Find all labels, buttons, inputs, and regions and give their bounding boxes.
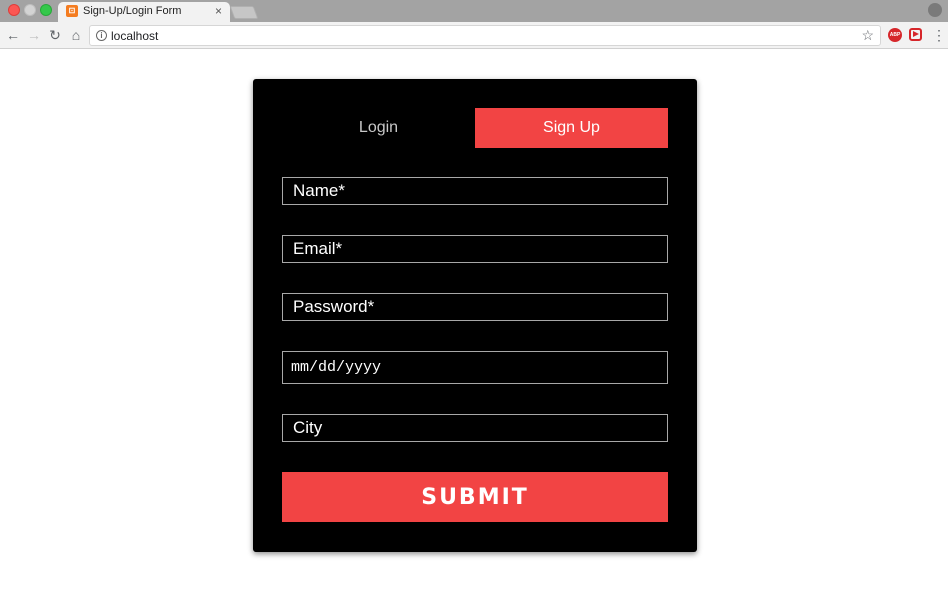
star-icon[interactable]: ☆ [861,27,874,44]
forward-arrow-icon[interactable]: → [25,26,43,44]
url-text[interactable]: localhost [111,29,158,43]
adblock-extension-icon[interactable]: ABP [888,28,902,42]
back-arrow-icon[interactable]: ← [4,26,22,44]
extension-icon[interactable] [909,28,922,41]
home-icon[interactable]: ⌂ [67,26,85,44]
address-bar[interactable]: i localhost ☆ [89,25,881,46]
tab-login[interactable]: Login [282,108,475,148]
browser-tab[interactable]: ⊡ Sign-Up/Login Form × [58,2,230,22]
info-icon[interactable]: i [96,30,107,41]
close-window-button[interactable] [8,4,20,16]
submit-button[interactable]: SUBMIT [282,472,668,522]
favicon-icon: ⊡ [66,5,78,17]
name-field[interactable] [282,177,668,205]
email-field[interactable] [282,235,668,263]
maximize-window-button[interactable] [40,4,52,16]
reload-icon[interactable]: ↻ [46,26,64,44]
minimize-window-button[interactable] [24,4,36,16]
browser-toolbar: ← → ↻ ⌂ i localhost ☆ ABP ⋮ [0,22,948,49]
signup-card: Login Sign Up SUBMIT [253,79,697,552]
profile-icon[interactable] [928,3,942,17]
new-tab-button[interactable] [229,6,259,19]
browser-titlebar: ⊡ Sign-Up/Login Form × [0,0,948,22]
city-field[interactable] [282,414,668,442]
menu-dots-icon[interactable]: ⋮ [932,26,946,44]
password-field[interactable] [282,293,668,321]
tab-close-icon[interactable]: × [215,4,222,18]
tab-signup[interactable]: Sign Up [475,108,668,148]
date-field[interactable] [282,351,668,384]
tab-title: Sign-Up/Login Form [83,5,182,17]
